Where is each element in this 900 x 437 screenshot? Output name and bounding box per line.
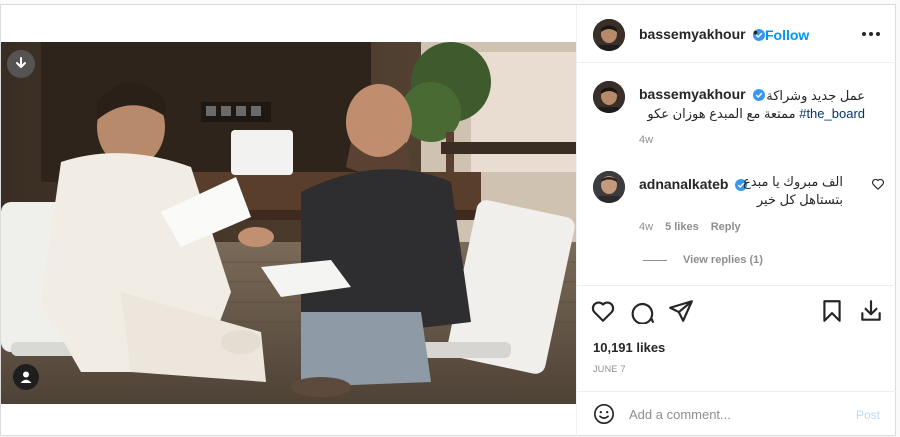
reply-button[interactable]: Reply — [711, 221, 741, 233]
caption-line-2: ممتعة مع المبدع هوزان عكو #the_board — [639, 105, 865, 123]
user-tag-icon[interactable] — [13, 364, 39, 390]
caption-line-1: عمل جديد وشراكة — [766, 88, 865, 103]
follow-button[interactable]: Follow — [765, 27, 809, 43]
comment-composer: Post — [577, 391, 897, 437]
caption-avatar[interactable] — [593, 81, 625, 113]
more-icon[interactable] — [860, 23, 882, 45]
post-date[interactable]: JUNE 7 — [593, 364, 626, 374]
comment-line-1: الف مبروك يا مبدع — [743, 174, 843, 189]
emoji-icon[interactable] — [593, 403, 615, 425]
comment-meta: 4w 5 likes Reply — [639, 221, 741, 233]
caption-line-2-text: ممتعة مع المبدع هوزان عكو — [647, 106, 796, 121]
commenter-avatar[interactable] — [593, 171, 625, 203]
separator-dot: • — [753, 24, 758, 40]
comment-line-2: بتستاهل كل خير — [756, 192, 843, 207]
post-sidebar: bassemyakhour • Follow bassemyakhour عمل… — [576, 5, 897, 437]
comment-likes[interactable]: 5 likes — [665, 221, 699, 233]
bookmark-icon[interactable] — [819, 298, 845, 324]
photo-illustration — [1, 42, 576, 404]
view-replies-label[interactable]: View replies (1) — [683, 254, 763, 266]
action-bar — [577, 285, 897, 341]
heart-icon[interactable] — [590, 298, 616, 324]
download-icon[interactable] — [7, 50, 35, 78]
post-header: bassemyakhour • Follow — [577, 5, 897, 63]
caption-hashtag[interactable]: #the_board — [799, 106, 865, 121]
likes-count[interactable]: 10,191 likes — [593, 340, 665, 355]
share-icon[interactable] — [668, 298, 694, 324]
comment-icon[interactable] — [629, 298, 655, 325]
replies-divider — [643, 259, 667, 261]
author-username[interactable]: bassemyakhour — [639, 26, 765, 42]
comment-heart-icon[interactable] — [871, 177, 885, 191]
comment-input[interactable] — [629, 404, 839, 424]
post-comment-button[interactable]: Post — [856, 408, 880, 422]
comment-timestamp: 4w — [639, 221, 654, 233]
post-photo[interactable] — [1, 42, 576, 404]
author-username-text[interactable]: bassemyakhour — [639, 26, 746, 42]
post-card: bassemyakhour • Follow bassemyakhour عمل… — [0, 4, 897, 437]
author-avatar[interactable] — [593, 19, 625, 51]
view-replies-button[interactable]: View replies (1) — [643, 254, 763, 266]
caption-timestamp: 4w — [639, 134, 654, 146]
save-download-icon[interactable] — [858, 298, 884, 324]
page: bassemyakhour • Follow bassemyakhour عمل… — [0, 0, 900, 437]
